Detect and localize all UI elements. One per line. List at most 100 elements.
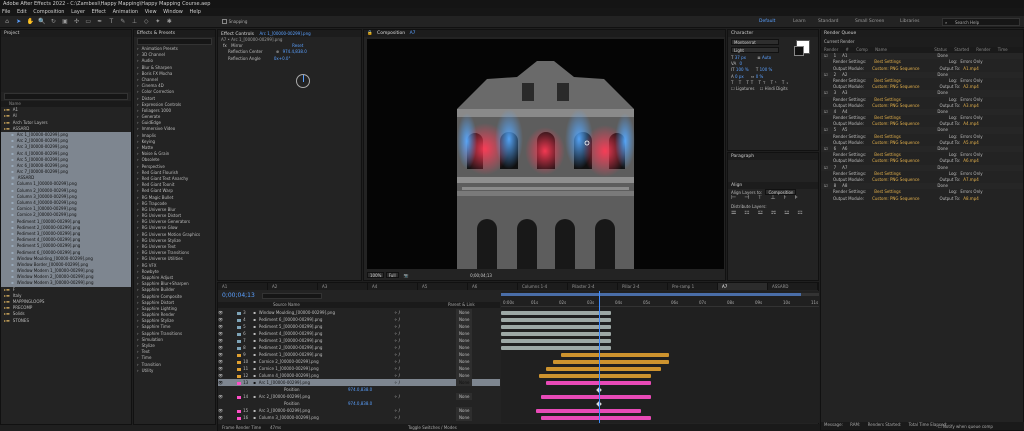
render-checkbox[interactable]: ☑	[824, 165, 828, 170]
eye-icon[interactable]: 👁	[218, 345, 223, 350]
zoom-select[interactable]: 100%	[367, 272, 385, 278]
timeline-tab[interactable]: A2	[268, 283, 318, 290]
toggle-switches[interactable]: Toggle Switches / Modes	[408, 425, 457, 430]
timeline-ruler[interactable]: 0:00s 01s 02s 03s 04s 05s 06s 07s 08s 09s 10s 11s	[501, 299, 819, 307]
eye-icon[interactable]: 👁	[218, 338, 223, 343]
parent-select[interactable]: None	[456, 337, 473, 344]
label-color-swatch[interactable]	[237, 367, 242, 371]
layer-row[interactable]: 👁 5 ▪ Pediment 5_[00000-00299].png ✧ / None	[218, 323, 500, 330]
timeline-tab[interactable]: Pre-ramp 1	[668, 283, 718, 290]
rotate-tool-icon[interactable]: ↻	[49, 18, 57, 26]
eye-icon[interactable]: 👁	[218, 359, 223, 364]
output-module-value[interactable]: Custom: PNG Sequence	[872, 140, 919, 145]
label-color-swatch[interactable]	[237, 416, 242, 420]
layer-name[interactable]: Column 4_[00000-00299].png	[259, 373, 319, 378]
timeline-tab[interactable]: ASSARD	[768, 283, 818, 290]
layer-property-row[interactable]: Position 974.0,838.0	[218, 400, 500, 407]
menu-effect[interactable]: Effect	[92, 9, 106, 15]
hand-tool-icon[interactable]: ✋	[26, 18, 34, 26]
layer-row[interactable]: 👁 12 ▪ Column 4_[00000-00299].png ✧ / None	[218, 372, 500, 379]
output-module-value[interactable]: Custom: PNG Sequence	[872, 177, 919, 182]
layer-name[interactable]: Window Moulding_[00000-00299].png	[259, 310, 335, 315]
parent-select[interactable]: None	[456, 358, 473, 365]
label-color-swatch[interactable]	[237, 374, 242, 378]
effects-search-input[interactable]	[137, 38, 212, 45]
composition-tab[interactable]: Composition	[377, 31, 405, 36]
distribute-buttons[interactable]: ☰ ☷ ☲ ☵ ☳ ☶	[728, 210, 818, 219]
timeline-tab[interactable]: A4	[368, 283, 418, 290]
layer-switches[interactable]: ✧ /	[394, 323, 400, 330]
layer-switches[interactable]: ✧ /	[394, 407, 400, 414]
layer-duration-bar[interactable]	[561, 352, 669, 357]
output-module-value[interactable]: Custom: PNG Sequence	[872, 158, 919, 163]
layer-switches[interactable]: ✧ /	[394, 337, 400, 344]
crosshair-icon[interactable]: ⊕	[276, 49, 279, 54]
layer-switches[interactable]: ✧ /	[394, 379, 400, 386]
eye-icon[interactable]: 👁	[218, 415, 223, 420]
notify-checkbox[interactable]: ☐	[938, 424, 942, 429]
layer-row[interactable]: 👁 14 ▪ Arc 2_[00000-00299].png ✧ / None	[218, 393, 500, 400]
output-module-value[interactable]: Custom: PNG Sequence	[872, 66, 919, 71]
render-checkbox[interactable]: ☑	[824, 72, 828, 77]
render-checkbox[interactable]: ☑	[824, 109, 828, 114]
layer-row[interactable]: 👁 11 ▪ Cornice 1_[00000-00299].png ✧ / None	[218, 365, 500, 372]
col-started[interactable]: Started	[954, 47, 969, 52]
render-settings-value[interactable]: Best Settings	[874, 115, 901, 120]
help-search[interactable]: ⌕ Search Help	[942, 18, 1020, 26]
layer-switches[interactable]: ✧ /	[394, 344, 400, 351]
font-size-value[interactable]: 37 px	[735, 55, 746, 60]
layer-switches[interactable]: ✧ /	[394, 372, 400, 379]
layer-switches[interactable]: ✧ /	[394, 414, 400, 421]
layer-name[interactable]: Arc 1_[00000-00299].png	[259, 380, 310, 385]
layer-row[interactable]: 👁 3 ▪ Window Moulding_[00000-00299].png ✧ / …	[218, 309, 500, 316]
output-to-value[interactable]: A6.mp4	[963, 158, 979, 163]
property-value[interactable]: 974.0,838.0	[348, 400, 372, 407]
prop-value[interactable]: 974.4,838.0	[283, 49, 307, 54]
work-area-range[interactable]	[501, 293, 801, 296]
stamp-tool-icon[interactable]: ⊥	[131, 18, 139, 26]
zoom-tool-icon[interactable]: 🔍	[38, 18, 46, 26]
workspace-standard[interactable]: Standard	[818, 19, 838, 24]
output-to-value[interactable]: A5.mp4	[963, 140, 979, 145]
col-status[interactable]: Status	[934, 47, 947, 52]
log-value[interactable]: Errors Only	[960, 115, 982, 120]
render-checkbox[interactable]: ☑	[824, 183, 828, 188]
eye-icon[interactable]: 👁	[218, 408, 223, 413]
layer-duration-bar[interactable]	[553, 359, 669, 364]
menu-file[interactable]: File	[2, 9, 10, 15]
layer-duration-bar[interactable]	[541, 394, 651, 399]
output-to-value[interactable]: A8.mp4	[963, 196, 979, 201]
timeline-tab[interactable]: A1	[218, 283, 268, 290]
col-render[interactable]: Render	[824, 47, 838, 52]
timeline-tab[interactable]: Pilaster 2-4	[568, 283, 618, 290]
eye-icon[interactable]: 👁	[218, 331, 223, 336]
output-to-value[interactable]: A7.mp4	[963, 177, 979, 182]
layer-duration-bar[interactable]	[501, 317, 611, 322]
log-value[interactable]: Errors Only	[960, 97, 982, 102]
viewer-timecode[interactable]: 0;00;04;13	[470, 273, 492, 278]
label-color-swatch[interactable]	[237, 395, 242, 399]
layer-name[interactable]: Pediment 1_[00000-00299].png	[259, 352, 323, 357]
timeline-search-input[interactable]	[262, 293, 322, 299]
layer-name[interactable]: Arc 2_[00000-00299].png	[259, 394, 310, 399]
menu-animation[interactable]: Animation	[113, 9, 139, 15]
camera-tool-icon[interactable]: ▣	[61, 18, 69, 26]
label-color-swatch[interactable]	[237, 353, 242, 357]
layer-duration-bar[interactable]	[501, 345, 611, 350]
render-settings-value[interactable]: Best Settings	[874, 189, 901, 194]
col-number[interactable]: #	[846, 47, 849, 52]
work-area-bar[interactable]	[501, 293, 819, 296]
timeline-tab[interactable]: A7	[718, 283, 768, 290]
layer-row[interactable]: 👁 7 ▪ Pediment 3_[00000-00299].png ✧ / None	[218, 337, 500, 344]
parent-select[interactable]: None	[456, 344, 473, 351]
output-module-value[interactable]: Custom: PNG Sequence	[872, 121, 919, 126]
layer-duration-bar[interactable]	[501, 338, 611, 343]
timeline-timecode[interactable]: 0;00;04;13	[222, 292, 255, 299]
layer-name[interactable]: Pediment 2_[00000-00299].png	[259, 345, 323, 350]
menu-window[interactable]: Window	[163, 9, 183, 15]
layer-row[interactable]: 👁 6 ▪ Pediment 4_[00000-00299].png ✧ / None	[218, 330, 500, 337]
workspace-learn[interactable]: Learn	[793, 19, 806, 24]
parent-select[interactable]: None	[456, 330, 473, 337]
layer-name[interactable]: Arc 3_[00000-00299].png	[259, 408, 310, 413]
effect-controls-layer[interactable]: Arc 1_[00000-00299].png	[259, 31, 310, 36]
